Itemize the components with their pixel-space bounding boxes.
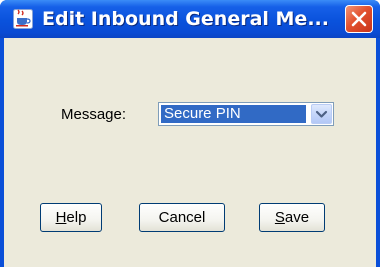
close-button[interactable] [345,5,373,33]
dialog-content: Message: Secure PIN Help Cancel Save [4,38,376,267]
message-label: Message: [61,106,127,123]
help-button-label: Help [55,209,87,226]
close-icon [351,11,367,27]
message-dropdown[interactable]: Secure PIN [158,102,334,126]
cancel-button-label: Cancel [158,209,206,226]
dropdown-button[interactable] [311,104,332,124]
save-button[interactable]: Save [259,203,325,232]
chevron-down-icon [315,110,328,118]
cancel-button[interactable]: Cancel [139,203,225,232]
dialog-window: Edit Inbound General Me... Message: Secu… [0,0,380,267]
message-selected-value: Secure PIN [161,105,306,123]
java-coffee-cup-icon [13,9,33,29]
save-button-label: Save [274,209,310,226]
help-button[interactable]: Help [40,203,102,232]
title-bar[interactable]: Edit Inbound General Me... [0,0,380,38]
window-title: Edit Inbound General Me... [42,8,329,30]
